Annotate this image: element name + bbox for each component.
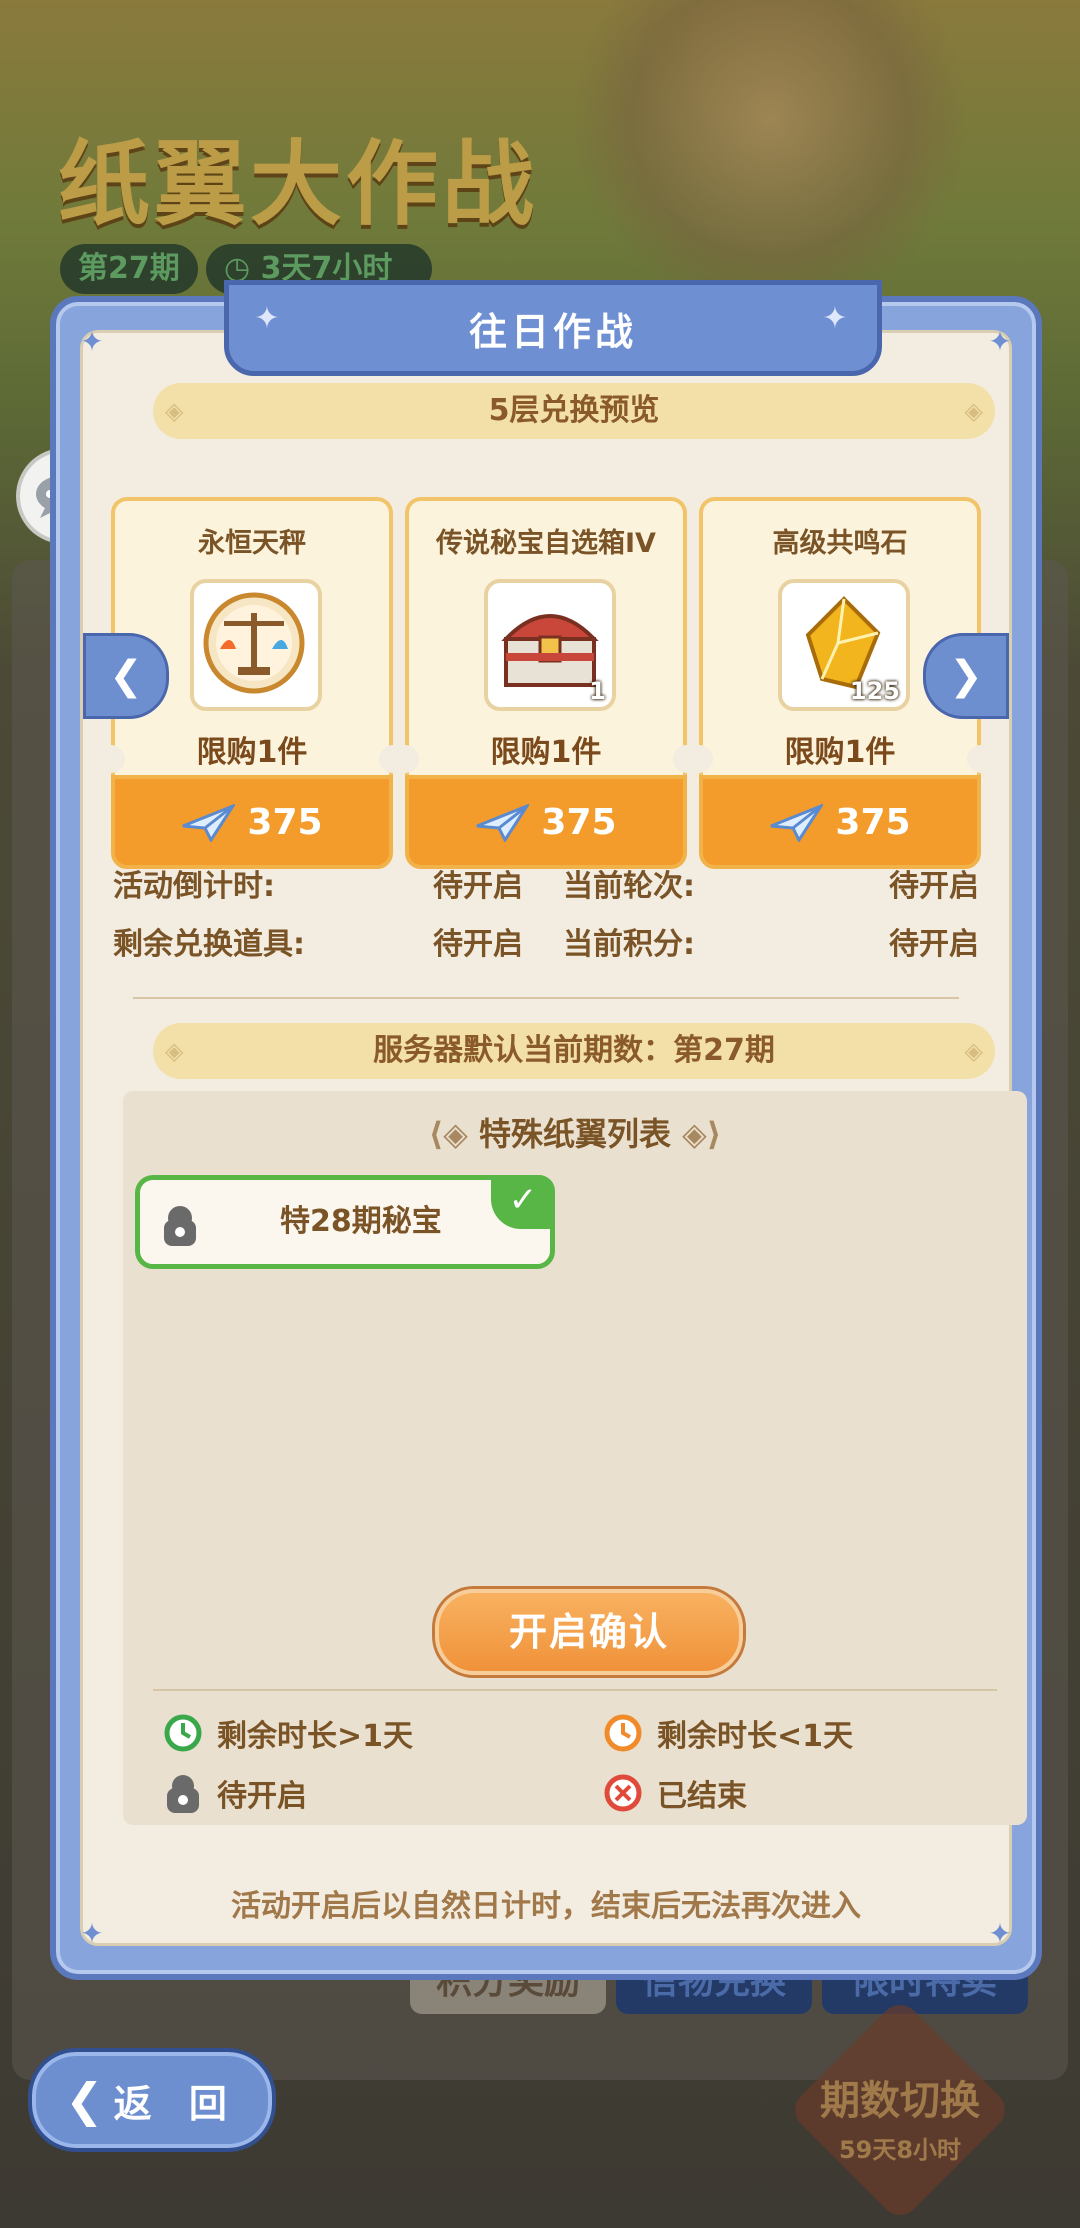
character-art [560, 0, 980, 300]
card-icon-frame: 1 [484, 579, 616, 711]
diamond-ornament-icon: ◈ [964, 1037, 983, 1065]
card-limit: 限购1件 [196, 735, 308, 770]
period-switch-time: 59天8小时 [838, 2136, 962, 2164]
ornament-left-icon: ⟨◈ [428, 1115, 468, 1153]
legend-short-time: 剩余时长<1天 [603, 1711, 853, 1755]
round-value: 待开启 [889, 869, 979, 904]
corner-ornament-icon: ✦ [988, 325, 1012, 358]
card-limit: 限购1件 [784, 735, 896, 770]
event-title: 纸翼大作战 [58, 131, 539, 238]
header-ornament-icon: ✦ [822, 301, 852, 336]
card-limit: 限购1件 [490, 735, 602, 770]
card-quantity: 1 [589, 677, 606, 705]
card-icon-frame: 125 [778, 579, 910, 711]
card-name: 传说秘宝自选箱IV [436, 528, 656, 559]
card-price: 375 [405, 775, 687, 869]
dialog-header: ✦ 往日作战 ✦ [224, 280, 882, 376]
card-notch [391, 745, 419, 773]
card-price: 375 [699, 775, 981, 869]
special-list-title: ⟨◈ 特殊纸翼列表 ◈⟩ [123, 1109, 1027, 1155]
back-label: 返 回 [113, 2081, 239, 2126]
header-ornament-icon: ✦ [254, 301, 284, 336]
countdown-label: 活动倒计时: [113, 869, 275, 904]
period-switch-button[interactable]: 期数切换 59天8小时 [786, 1996, 1014, 2224]
server-period-text: 服务器默认当前期数：第27期 [373, 1033, 775, 1068]
legend-long-time-text: 剩余时长>1天 [217, 1719, 414, 1754]
legend-divider [153, 1689, 997, 1691]
items-label: 剩余兑换道具: [113, 927, 305, 962]
items-value: 待开启 [433, 927, 523, 962]
card-name: 高级共鸣石 [772, 528, 908, 559]
red-x-icon [604, 1774, 642, 1812]
special-list-title-text: 特殊纸翼列表 [478, 1115, 671, 1153]
prev-page-button[interactable]: ❮ [83, 633, 169, 719]
lock-icon [160, 1202, 200, 1252]
preview-band: ◈ 5层兑换预览 ◈ [153, 383, 995, 439]
card-price-text: 375 [247, 801, 323, 843]
corner-ornament-icon: ✦ [80, 325, 104, 358]
period-badge: 第27期 [60, 244, 198, 294]
back-button[interactable]: ❮ 返 回 [28, 2048, 276, 2152]
footer-note: 活动开启后以自然日计时，结束后无法再次进入 [231, 1889, 861, 1924]
exchange-card[interactable]: 传说秘宝自选箱IV 1 限购1件 375 [391, 497, 701, 869]
card-notch [97, 745, 125, 773]
period-switch-label: 期数切换 [820, 2078, 980, 2124]
card-price-text: 375 [835, 801, 911, 843]
legend-pending: 待开启 [163, 1771, 307, 1815]
paper-plane-icon [476, 803, 530, 842]
legend-pending-text: 待开启 [217, 1779, 307, 1814]
diamond-ornament-icon: ◈ [964, 397, 983, 425]
lock-icon [167, 1775, 199, 1813]
next-page-button[interactable]: ❯ [923, 633, 1009, 719]
diamond-ornament-icon: ◈ [165, 397, 184, 425]
card-quantity: 125 [849, 677, 900, 705]
chevron-left-icon: ❮ [109, 653, 143, 699]
ornament-right-icon: ◈⟩ [682, 1115, 722, 1153]
confirm-open-label: 开启确认 [508, 1610, 669, 1654]
legend-ended: 已结束 [603, 1771, 747, 1815]
card-price-text: 375 [541, 801, 617, 843]
legend-short-time-text: 剩余时长<1天 [657, 1719, 854, 1754]
confirm-open-button[interactable]: 开启确认 [435, 1589, 743, 1675]
preview-band-text: 5层兑换预览 [488, 393, 660, 428]
card-name: 永恒天秤 [198, 528, 306, 559]
round-label: 当前轮次: [563, 869, 695, 904]
card-icon-frame [190, 579, 322, 711]
special-item-chip[interactable]: 特28期秘宝 ✓ [135, 1175, 555, 1269]
divider [133, 997, 959, 999]
dialog-body: ✦ ✦ ✦ ✦ ◈ 5层兑换预览 ◈ 永恒天秤 限购1件 375 传说秘宝自选箱… [80, 325, 1027, 1949]
diamond-ornament-icon: ◈ [165, 1037, 184, 1065]
orange-clock-icon [604, 1714, 642, 1752]
card-notch [967, 745, 995, 773]
chevron-right-icon: ❯ [949, 653, 983, 699]
legend-long-time: 剩余时长>1天 [163, 1711, 413, 1755]
scales-icon [203, 592, 305, 694]
card-notch [685, 745, 713, 773]
green-clock-icon [164, 1714, 202, 1752]
special-list-panel: ⟨◈ 特殊纸翼列表 ◈⟩ 特28期秘宝 ✓ 开启确认 剩余时长>1天 剩余时长<… [123, 1091, 1027, 1825]
paper-plane-icon [770, 803, 824, 842]
card-price: 375 [111, 775, 393, 869]
back-arrow-icon: ❮ [65, 2073, 104, 2127]
score-label: 当前积分: [563, 927, 695, 962]
special-item-label: 特28期秘宝 [280, 1204, 442, 1239]
checkmark-icon: ✓ [491, 1175, 555, 1229]
dialog-title: 往日作战 [468, 309, 637, 354]
countdown-value: 待开启 [433, 869, 523, 904]
score-value: 待开启 [889, 927, 979, 962]
legend-ended-text: 已结束 [657, 1779, 747, 1814]
paper-plane-icon [182, 803, 236, 842]
server-period-band: ◈ 服务器默认当前期数：第27期 ◈ [153, 1023, 995, 1079]
past-battles-dialog: ✦ ✦ ✦ ✦ ◈ 5层兑换预览 ◈ 永恒天秤 限购1件 375 传说秘宝自选箱… [50, 280, 1042, 1980]
